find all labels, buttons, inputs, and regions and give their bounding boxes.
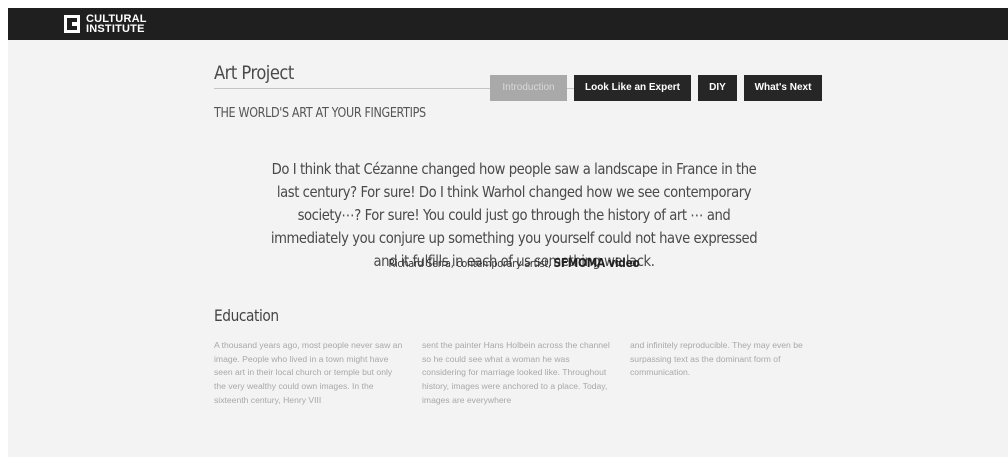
nav-diy-button[interactable]: DIY	[698, 75, 737, 101]
nav-look-like-an-expert-button[interactable]: Look Like an Expert	[574, 75, 691, 101]
page-title: Art Project	[214, 62, 294, 84]
education-column-2: sent the painter Hans Holbein across the…	[422, 340, 610, 405]
education-column-3: and infinitely reproducible. They may ev…	[630, 340, 803, 378]
sfmoma-video-link[interactable]: SFMOMA video	[554, 256, 640, 270]
education-column-1: A thousand years ago, most people never …	[214, 340, 403, 405]
cultural-institute-logo-icon	[64, 15, 80, 33]
main-content: Art Project THE WORLD'S ART AT YOUR FING…	[8, 40, 1008, 457]
nav-introduction-button[interactable]: Introduction	[490, 75, 567, 101]
logo-text: CULTURAL INSTITUTE	[86, 14, 147, 35]
page-subtitle: THE WORLD'S ART AT YOUR FINGERTIPS	[214, 106, 426, 121]
cultural-institute-logo[interactable]: CULTURAL INSTITUTE	[64, 12, 147, 36]
top-bar: CULTURAL INSTITUTE	[8, 8, 1008, 40]
quote-attribution: Richard Serra, contemporary artist, SFMO…	[268, 256, 761, 270]
logo-text-line2: INSTITUTE	[86, 23, 145, 35]
education-heading: Education	[214, 306, 279, 325]
nav-whats-next-button[interactable]: What's Next	[744, 75, 822, 101]
attribution-text: Richard Serra, contemporary artist,	[388, 257, 551, 270]
